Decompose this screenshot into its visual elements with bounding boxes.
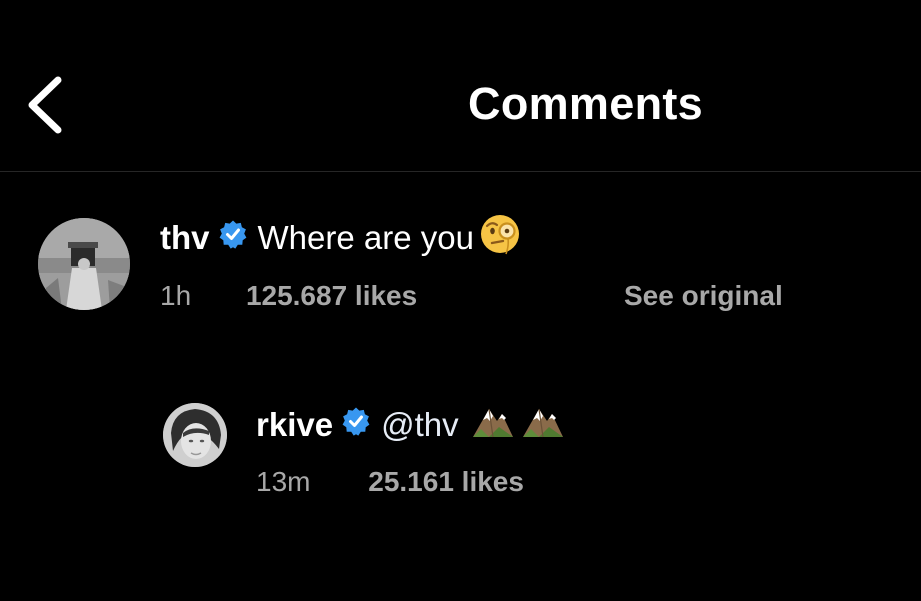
see-original-link[interactable]: See original xyxy=(624,280,783,312)
avatar[interactable] xyxy=(38,218,130,310)
reply-mention[interactable]: @thv xyxy=(381,406,459,444)
face-with-monocle-icon xyxy=(478,212,522,264)
reply-likes[interactable]: 25.161 likes xyxy=(368,466,524,497)
verified-badge-icon xyxy=(341,406,371,444)
verified-badge-icon xyxy=(218,219,248,257)
reply-line: rkive @thv xyxy=(256,403,565,447)
snow-capped-mountain-icon xyxy=(521,403,565,447)
comment-time: 1h xyxy=(160,280,192,311)
comment-line: thv Where are you xyxy=(160,215,522,260)
page-title: Comments xyxy=(468,78,703,129)
header: Comments xyxy=(0,0,921,172)
reply-avatar[interactable] xyxy=(163,403,227,467)
comment-meta: 1h 125.687 likes xyxy=(160,280,417,312)
comment-text: Where are you xyxy=(257,219,474,256)
reply-username[interactable]: rkive xyxy=(256,406,333,444)
reply-time: 13m xyxy=(256,466,311,497)
comment-username[interactable]: thv xyxy=(160,219,210,257)
comment-likes[interactable]: 125.687 likes xyxy=(246,280,417,311)
reply-meta: 13m 25.161 likes xyxy=(256,466,524,498)
snow-capped-mountain-icon xyxy=(471,403,515,447)
